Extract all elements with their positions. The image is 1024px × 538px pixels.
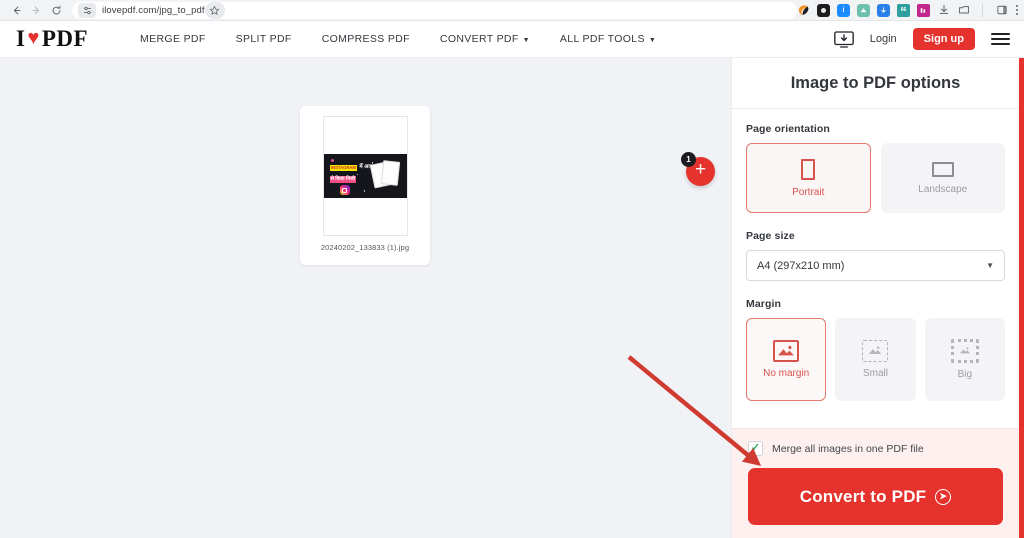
teal-extension-icon[interactable]: [857, 3, 870, 17]
browser-chrome: ilovepdf.com/jpg_to_pdf i 66: [0, 0, 1024, 21]
nav-item-compress-pdf[interactable]: COMPRESS PDF: [322, 33, 410, 45]
margin-option-label: Small: [862, 367, 888, 379]
blue-download-extension-icon[interactable]: [877, 3, 890, 17]
star-icon[interactable]: [204, 1, 225, 19]
image-big-margin-icon: [950, 338, 979, 363]
image-to-pdf-options-panel: Image to PDF options Page orientation Po…: [731, 58, 1019, 538]
check-icon: ✓: [750, 442, 761, 454]
image-no-margin-icon: [773, 339, 800, 362]
site-navbar: I ♥ PDF MERGE PDF SPLIT PDF COMPRESS PDF…: [0, 21, 1024, 58]
file-count-badge: 1: [681, 152, 696, 167]
extensions-strip: i 66: [797, 3, 1014, 17]
info-extension-icon[interactable]: i: [837, 3, 850, 17]
browser-nav-buttons: [0, 1, 65, 19]
file-thumbnail: INSTAGRAM में आप से किया निजी: [322, 116, 408, 236]
margin-option-label: No margin: [763, 367, 810, 379]
nav-item-merge-pdf[interactable]: MERGE PDF: [140, 33, 206, 45]
plus-icon: +: [694, 159, 707, 180]
thumbnail-card-graphics: [369, 160, 403, 192]
orientation-option-label: Portrait: [792, 186, 825, 198]
site-settings-icon[interactable]: [78, 2, 96, 18]
side-panel-icon[interactable]: [995, 4, 1008, 17]
panel-title: Image to PDF options: [732, 58, 1019, 109]
merge-images-row[interactable]: ✓ Merge all images in one PDF file: [748, 441, 1003, 456]
address-bar[interactable]: ilovepdf.com/jpg_to_pdf: [72, 1, 797, 19]
orientation-option-label: Landscape: [918, 183, 968, 195]
nav-item-label: CONVERT PDF: [439, 33, 519, 45]
page-size-value: A4 (297x210 mm): [757, 259, 845, 272]
nav-item-label: SPLIT PDF: [235, 33, 292, 45]
landscape-rect-icon: [931, 161, 954, 177]
arrow-circle-right-icon: ➤: [935, 488, 952, 505]
page-size-select[interactable]: A4 (297x210 mm) ▼: [746, 250, 1005, 281]
nav-links: MERGE PDF SPLIT PDF COMPRESS PDF CONVERT…: [140, 33, 656, 45]
tab-group-icon[interactable]: [957, 4, 970, 17]
file-name-label: 20240202_133833 (1).jpg: [320, 243, 410, 252]
back-arrow-icon[interactable]: [7, 1, 25, 19]
chevron-down-icon: ▼: [522, 36, 530, 44]
portrait-rect-icon: [801, 158, 816, 180]
margin-option-small[interactable]: Small: [835, 318, 916, 401]
orientation-option-portrait[interactable]: Portrait: [746, 143, 871, 213]
downloads-icon[interactable]: [937, 4, 950, 17]
kebab-menu-icon[interactable]: [1014, 5, 1024, 15]
login-button[interactable]: Login: [870, 33, 897, 45]
grammarly-extension-icon[interactable]: [797, 4, 810, 17]
dark-square-extension-icon[interactable]: [817, 3, 830, 17]
signup-button[interactable]: Sign up: [912, 28, 975, 50]
convert-button-label: Convert to PDF: [799, 486, 927, 506]
margin-option-label: Big: [957, 368, 973, 380]
nav-item-label: MERGE PDF: [140, 33, 206, 45]
margin-label: Margin: [746, 298, 782, 310]
reload-icon[interactable]: [47, 1, 65, 19]
thumbnail-text-line-1: INSTAGRAM में आप: [329, 165, 373, 172]
logo-letter-i: I: [16, 26, 26, 51]
magenta-extension-icon[interactable]: [917, 3, 930, 17]
page-orientation-options: Portrait Landscape: [746, 143, 1005, 213]
convert-to-pdf-button[interactable]: Convert to PDF ➤: [748, 468, 1003, 525]
logo-text-pdf: PDF: [41, 26, 89, 51]
margin-options: No margin Small Big: [746, 318, 1005, 401]
orientation-option-landscape[interactable]: Landscape: [880, 143, 1005, 213]
file-card[interactable]: INSTAGRAM में आप से किया निजी 20240202_1…: [300, 106, 430, 265]
heart-icon: ♥: [27, 27, 40, 49]
page-orientation-label: Page orientation: [746, 123, 830, 135]
merge-images-checkbox[interactable]: ✓: [748, 441, 763, 456]
nav-item-all-pdf-tools[interactable]: ALL PDF TOOLS ▼: [560, 33, 656, 45]
nav-item-label: COMPRESS PDF: [321, 33, 410, 45]
omnibox-right-icons: [204, 1, 235, 19]
margin-option-no-margin[interactable]: No margin: [746, 318, 827, 401]
hamburger-menu-icon[interactable]: [991, 33, 1010, 45]
page-scrollbar[interactable]: [1019, 58, 1024, 538]
toolbar-divider: [982, 3, 983, 17]
nav-item-convert-pdf[interactable]: CONVERT PDF ▼: [440, 33, 530, 45]
forward-arrow-icon[interactable]: [27, 1, 45, 19]
thumbnail-highlight-text: INSTAGRAM: [329, 165, 358, 172]
thumbnail-text: से किया निजी: [329, 176, 357, 183]
instagram-logo-icon: [339, 185, 350, 195]
url-text: ilovepdf.com/jpg_to_pdf: [102, 4, 205, 16]
thumbnail-text-line-2: से किया निजी: [329, 176, 357, 183]
panel-body: Page orientation Portrait Landscape Page…: [732, 109, 1019, 428]
panel-footer: ✓ Merge all images in one PDF file Conve…: [732, 428, 1019, 538]
page-size-label: Page size: [746, 230, 795, 242]
ilovepdf-logo[interactable]: I ♥ PDF: [16, 26, 88, 52]
thumbnail-banner-image: INSTAGRAM में आप से किया निजी: [323, 154, 407, 198]
desktop-download-icon[interactable]: [833, 30, 854, 48]
nav-item-label: ALL PDF TOOLS: [559, 33, 645, 45]
navbar-right: Login Sign up: [833, 28, 1024, 50]
margin-option-big[interactable]: Big: [924, 318, 1005, 401]
chevron-down-icon: ▼: [986, 261, 994, 270]
workspace-area: INSTAGRAM में आप से किया निजी 20240202_1…: [0, 58, 731, 538]
merge-images-label: Merge all images in one PDF file: [772, 442, 924, 455]
image-small-margin-icon: [862, 339, 889, 362]
nav-item-split-pdf[interactable]: SPLIT PDF: [236, 33, 292, 45]
chevron-down-icon: ▼: [648, 36, 657, 44]
calculator-extension-icon[interactable]: 66: [897, 3, 910, 17]
